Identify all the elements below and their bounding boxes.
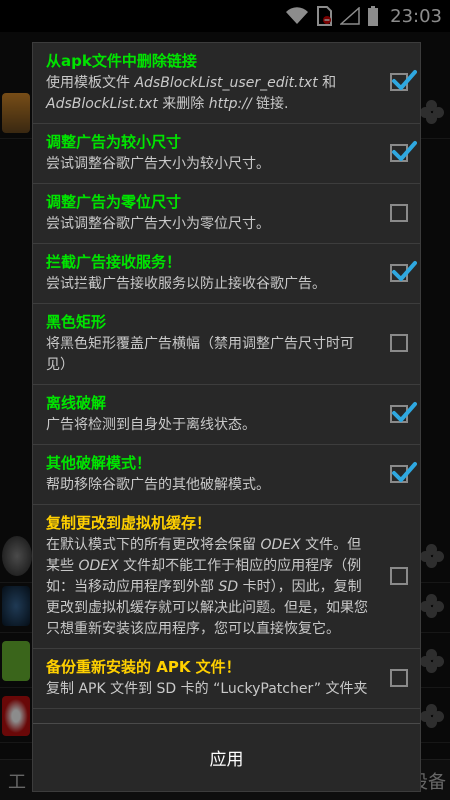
description-segment: 和 xyxy=(317,75,337,91)
option-item[interactable]: 备份重新安装的 APK 文件！ 复制 APK 文件到 SD 卡的 “LuckyPa… xyxy=(33,649,420,709)
apply-button[interactable]: 应用 xyxy=(180,735,274,780)
description-segment: 尝试拦截广告接收服务以防止接收谷歌广告。 xyxy=(46,276,326,292)
option-checkbox[interactable] xyxy=(390,668,408,687)
option-title: 黑色矩形 xyxy=(46,313,107,331)
description-segment: http:// xyxy=(208,96,252,112)
option-item[interactable]: 拦截广告接收服务！ 尝试拦截广告接收服务以防止接收谷歌广告。 xyxy=(33,244,420,304)
checkmark-icon xyxy=(392,260,417,281)
checkmark-icon xyxy=(392,461,417,482)
option-title: 其他破解模式！ xyxy=(46,454,152,472)
option-item[interactable]: 离线破解广告将检测到自身处于离线状态。 xyxy=(33,385,420,445)
option-description: 帮助移除谷歌广告的其他破解模式。 xyxy=(46,475,368,496)
options-dialog: 从apk文件中删除链接 使用模板文件 AdsBlockList_user_edit… xyxy=(32,42,421,792)
checkmark-icon xyxy=(392,401,417,422)
description-segment: 尝试调整谷歌广告大小为较小尺寸。 xyxy=(46,156,270,172)
checkmark-icon xyxy=(392,140,417,161)
option-checkbox[interactable] xyxy=(390,334,408,352)
option-description: 广告将检测到自身处于离线状态。 xyxy=(46,415,368,436)
option-title: 从apk文件中删除链接 xyxy=(46,52,197,70)
description-segment: 来删除 xyxy=(157,96,209,112)
description-segment: 使用模板文件 xyxy=(46,75,135,91)
options-list[interactable]: 从apk文件中删除链接 使用模板文件 AdsBlockList_user_edit… xyxy=(33,43,420,723)
description-segment: 尝试调整谷歌广告大小为零位尺寸。 xyxy=(46,216,270,232)
option-item[interactable]: 调整广告为零位尺寸尝试调整谷歌广告大小为零位尺寸。 xyxy=(33,184,420,244)
description-segment: 链接. xyxy=(251,96,289,112)
dialog-footer: 应用 xyxy=(33,723,420,791)
description-segment: ODEX xyxy=(78,558,119,574)
description-segment: 广告将检测到自身处于离线状态。 xyxy=(46,417,256,433)
description-segment: AdsBlockList.txt xyxy=(46,96,158,112)
description-segment: 在默认模式下的所有更改将会保留 xyxy=(46,537,261,553)
option-item[interactable]: 复制更改到虚拟机缓存！ 在默认模式下的所有更改将会保留 ODEX 文件。但某些 O… xyxy=(33,505,420,649)
option-checkbox[interactable] xyxy=(390,140,417,162)
option-checkbox[interactable] xyxy=(390,260,417,282)
description-segment: 将黑色矩形覆盖广告横幅（禁用调整广告尺寸时可见） xyxy=(46,336,354,373)
description-segment: 复制 APK 文件到 SD 卡的 “LuckyPatcher” 文件夹 xyxy=(46,681,368,697)
option-item[interactable]: 从apk文件中删除链接 使用模板文件 AdsBlockList_user_edit… xyxy=(33,43,420,124)
option-description: 尝试调整谷歌广告大小为零位尺寸。 xyxy=(46,214,368,235)
description-segment: 帮助移除谷歌广告的其他破解模式。 xyxy=(46,477,270,493)
option-description: 将黑色矩形覆盖广告横幅（禁用调整广告尺寸时可见） xyxy=(46,334,368,376)
option-title: 拦截广告接收服务！ xyxy=(46,253,182,271)
description-segment: ODEX xyxy=(260,537,301,553)
option-description: 尝试拦截广告接收服务以防止接收谷歌广告。 xyxy=(46,274,368,295)
option-title: 调整广告为较小尺寸 xyxy=(46,133,182,151)
option-item[interactable]: 黑色矩形将黑色矩形覆盖广告横幅（禁用调整广告尺寸时可见） xyxy=(33,304,420,385)
option-title: 备份重新安装的 APK 文件！ xyxy=(46,658,241,676)
checkmark-icon xyxy=(392,70,417,90)
option-description: 使用模板文件 AdsBlockList_user_edit.txt 和 AdsB… xyxy=(46,73,368,115)
option-checkbox[interactable] xyxy=(390,566,408,585)
option-title: 复制更改到虚拟机缓存！ xyxy=(46,514,212,532)
option-checkbox[interactable] xyxy=(390,401,417,423)
option-description: 复制 APK 文件到 SD 卡的 “LuckyPatcher” 文件夹 xyxy=(46,679,368,700)
description-segment: AdsBlockList_user_edit.txt xyxy=(134,75,318,91)
description-segment: SD xyxy=(218,579,239,595)
option-description: 在默认模式下的所有更改将会保留 ODEX 文件。但某些 ODEX 文件却不能工作… xyxy=(46,535,368,640)
option-checkbox[interactable] xyxy=(390,461,417,483)
option-title: 离线破解 xyxy=(46,394,107,412)
option-description: 尝试调整谷歌广告大小为较小尺寸。 xyxy=(46,154,368,175)
option-item[interactable]: 调整广告为较小尺寸尝试调整谷歌广告大小为较小尺寸。 xyxy=(33,124,420,184)
option-checkbox[interactable] xyxy=(390,203,408,222)
option-title: 调整广告为零位尺寸 xyxy=(46,193,182,211)
option-item[interactable]: 其他破解模式！ 帮助移除谷歌广告的其他破解模式。 xyxy=(33,445,420,505)
option-checkbox[interactable] xyxy=(390,70,417,91)
